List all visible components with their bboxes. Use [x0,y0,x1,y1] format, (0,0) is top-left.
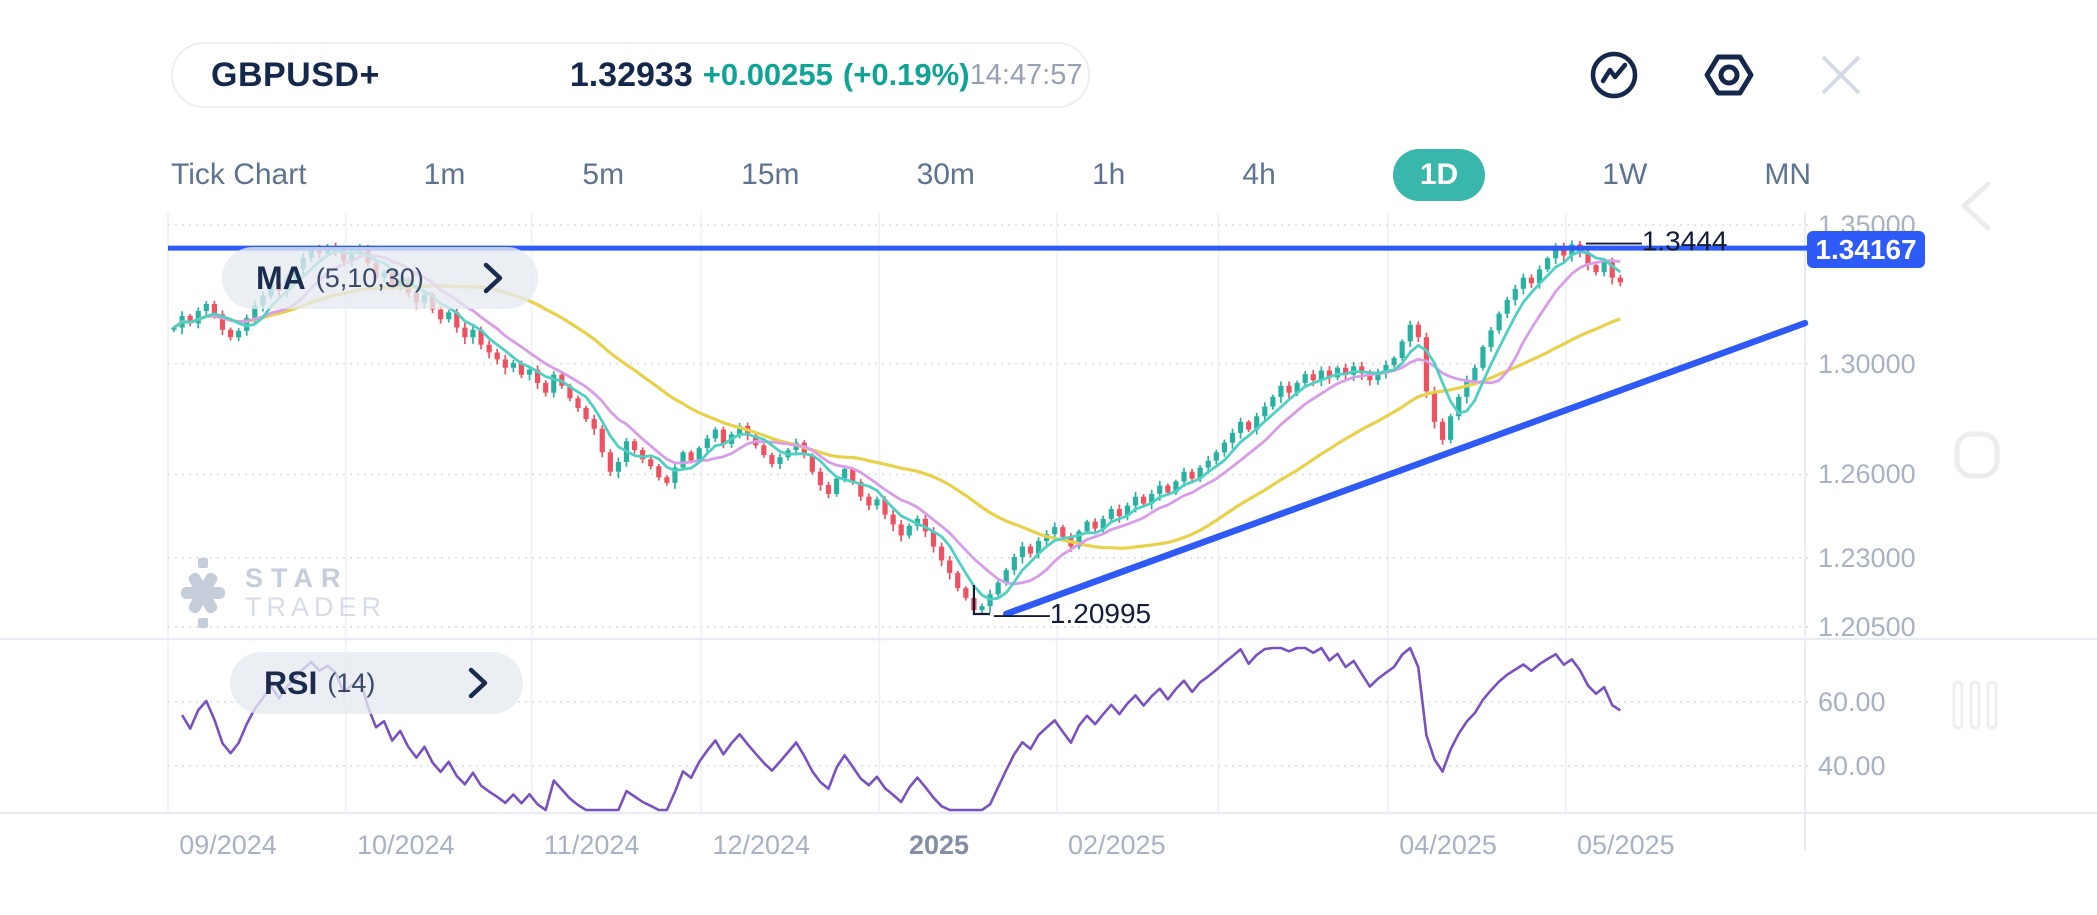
price-change-percent: (+0.19%) [843,57,970,93]
ma-indicator-params: (5,10,30) [316,263,424,294]
date-axis-label: 10/2024 [357,830,455,861]
watermark: STAR TRADER [175,558,386,628]
date-axis-label: 04/2025 [1399,830,1497,861]
tab-1w[interactable]: 1W [1602,158,1647,192]
date-axis-label: 12/2024 [712,830,810,861]
symbol-info-pill[interactable]: GBPUSD+ 1.32933 +0.00255 (+0.19%) 14:47:… [171,42,1090,108]
rsi-axis-label: 40.00 [1818,751,1886,782]
current-price: 1.32933 [570,56,693,95]
price-axis-label: 1.26000 [1818,459,1916,490]
chevron-right-icon [467,666,489,700]
tab-5m[interactable]: 5m [582,158,624,192]
tab-1m[interactable]: 1m [424,158,466,192]
trading-app-screen: { "header": { "symbol": "GBPUSD+", "pric… [0,0,2097,915]
watermark-line1: STAR [245,564,386,593]
collapse-panel-chevron-icon[interactable] [1952,178,1998,234]
settings-hex-icon[interactable] [1703,49,1755,101]
tab-15m[interactable]: 15m [741,158,799,192]
svg-text:——1.3444: ——1.3444 [1586,226,1728,257]
date-axis-label: 09/2024 [179,830,277,861]
ma-indicator-pill[interactable]: MA (5,10,30) [222,247,538,309]
tab-tick-chart[interactable]: Tick Chart [171,158,307,192]
rsi-indicator-pill[interactable]: RSI (14) [230,652,523,714]
price-change: +0.00255 [703,57,833,93]
date-axis-label: 2025 [909,830,969,861]
rsi-indicator-params: (14) [327,668,375,699]
tab-1h[interactable]: 1h [1092,158,1125,192]
symbol-name: GBPUSD+ [211,56,380,95]
annotations: ——1.3444 ——1.20995 [974,226,1728,629]
tab-30m[interactable]: 30m [917,158,975,192]
tab-4h[interactable]: 4h [1242,158,1275,192]
chart-canvas[interactable]: ——1.3444 ——1.20995 [0,0,2097,915]
date-axis-label: 11/2024 [544,830,640,861]
price-axis-label: 1.20500 [1818,612,1916,643]
quote-time: 14:47:57 [970,59,1083,92]
squircle-handle-icon[interactable] [1953,430,2001,480]
watermark-line2: TRADER [245,593,386,622]
tab-1d[interactable]: 1D [1393,149,1485,201]
date-axis-label: 05/2025 [1577,830,1675,861]
grip-handle-icon[interactable] [1950,680,2000,730]
close-icon[interactable] [1815,49,1867,101]
price-axis-label: 1.23000 [1818,543,1916,574]
rsi-axis-label: 60.00 [1818,687,1886,718]
tab-mn[interactable]: MN [1764,158,1811,192]
price-axis-label: 1.30000 [1818,349,1916,380]
date-axis-label: 02/2025 [1068,830,1166,861]
star-trader-logo-icon [175,558,231,628]
chart-line-icon[interactable] [1588,49,1640,101]
rsi-indicator-name: RSI [264,665,317,702]
price-line-badge: 1.34167 [1807,231,1925,268]
chevron-right-icon [482,261,504,295]
ma-indicator-name: MA [256,260,306,297]
price-and-rsi-chart: ——1.3444 ——1.20995 [0,0,2097,915]
svg-text:——1.20995: ——1.20995 [994,598,1151,629]
timeframe-tabs: Tick Chart 1m 5m 15m 30m 1h 4h 1D 1W MN [171,148,1811,202]
